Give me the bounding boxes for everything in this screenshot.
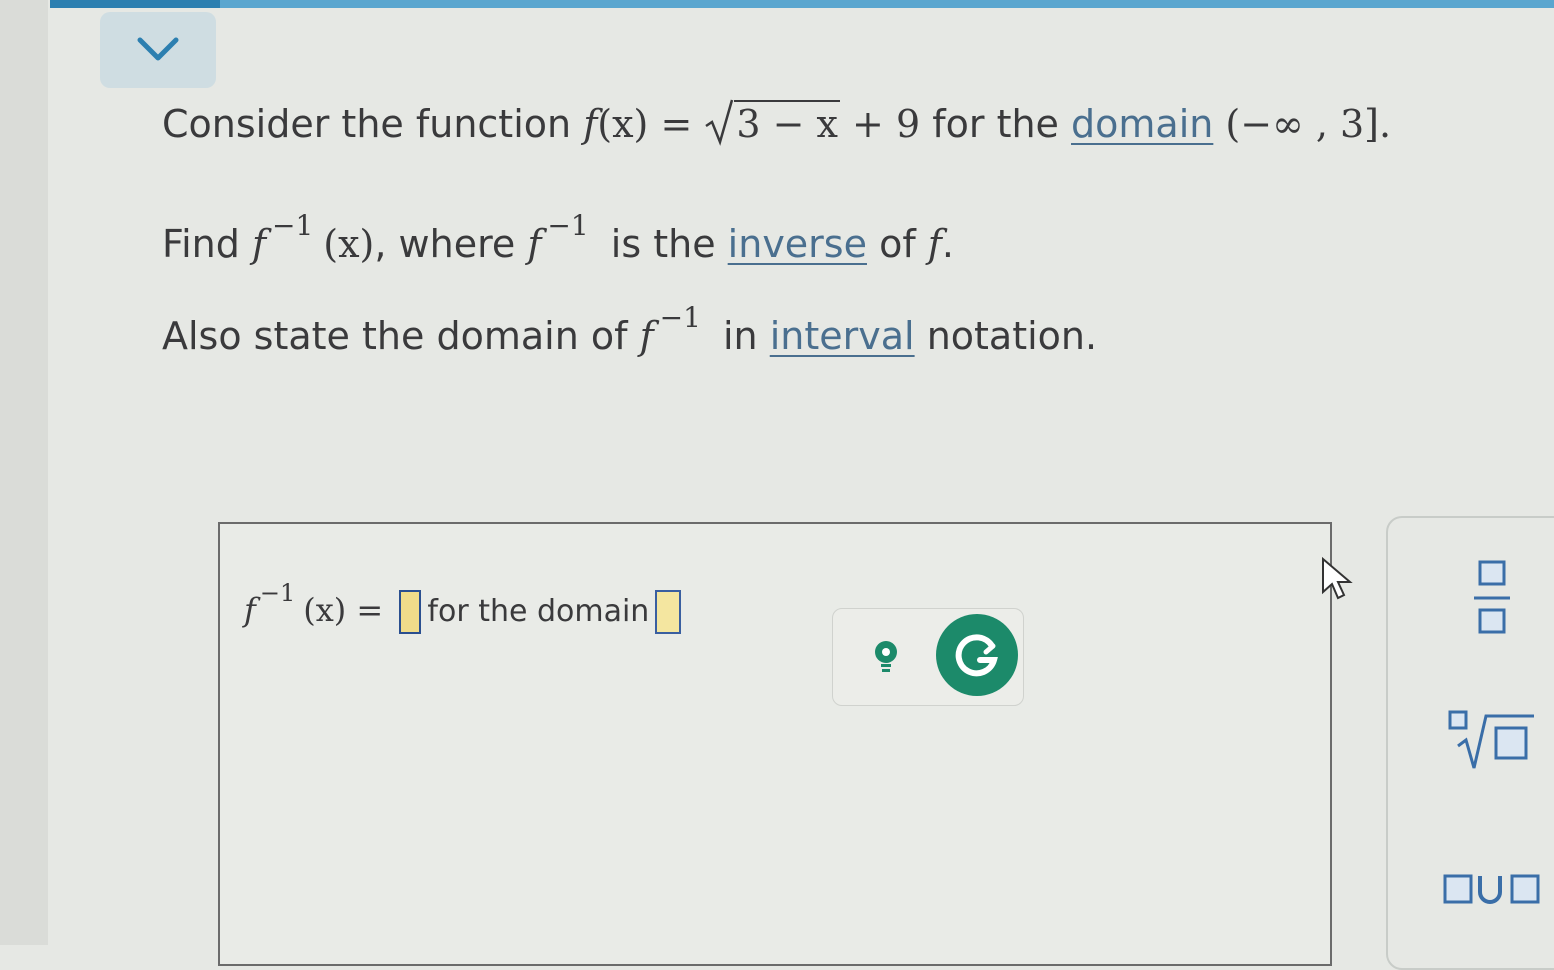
left-rail [0,0,48,945]
math-superscript: −1 [659,301,701,334]
union-icon [1443,874,1540,904]
math-arg: (x) [303,591,347,629]
answer-area[interactable]: f −1 (x) = for the domain [218,522,1332,966]
inverse-link[interactable]: inverse [728,222,867,266]
math-palette [1386,516,1554,970]
nth-root-icon [1448,710,1534,769]
question-text: Also state the domain of [162,314,640,358]
domain-input[interactable] [655,590,682,634]
collapse-button[interactable] [100,12,216,88]
question-text: Find [162,222,252,266]
grammarly-button[interactable] [936,614,1018,696]
question-line-1: Consider the function f(x) = 3 − x + 9 f… [162,99,1392,146]
math-interval: (−∞ , 3]. [1213,102,1392,146]
math-f: f [244,591,256,629]
fraction-button[interactable] [1472,558,1512,642]
top-progress-fill [50,0,220,8]
domain-link[interactable]: domain [1071,102,1213,146]
question-text: is the [598,222,728,266]
nth-root-button[interactable] [1444,708,1536,776]
question-line-2: Find f −1 (x), where f −1 is the inverse of… [162,209,954,266]
chevron-down-icon [137,37,179,61]
square-root: 3 − x [704,99,840,146]
math-f: f [639,314,654,358]
union-button[interactable] [1442,870,1550,914]
fraction-icon [1474,560,1510,634]
question-line-3: Also state the domain of f −1 in interval… [162,301,1098,358]
question-text: Consider the function [162,102,584,146]
question-text: of [866,222,928,266]
question-text: for the [920,102,1072,146]
top-progress-bar [50,0,1554,8]
answer-line: f −1 (x) = for the domain [244,579,687,634]
question-text: , where [374,222,528,266]
question-text: . [941,222,954,266]
lightbulb-icon[interactable] [866,636,906,676]
math-arg: (x) [597,102,649,146]
math-equals: = [648,102,705,146]
question-text: notation. [914,314,1098,358]
interval-link[interactable]: interval [770,314,915,358]
question-text: in [710,314,770,358]
math-equals: = [346,591,394,629]
math-f: f [251,222,267,266]
math-f: f [927,222,942,266]
math-superscript: −1 [259,579,296,607]
math-plus-9: + 9 [839,102,921,146]
math-radicand: 3 − x [734,100,840,146]
math-superscript: −1 [547,209,589,242]
math-f: f [583,102,598,146]
domain-label: for the domain [427,594,650,629]
math-arg: (x) [323,222,375,266]
inverse-function-input[interactable] [399,590,422,634]
math-superscript: −1 [272,209,314,242]
mouse-cursor-icon [1322,556,1353,600]
radical-sign-icon [705,99,734,146]
grammarly-g-icon [955,634,998,677]
math-f: f [527,222,542,266]
